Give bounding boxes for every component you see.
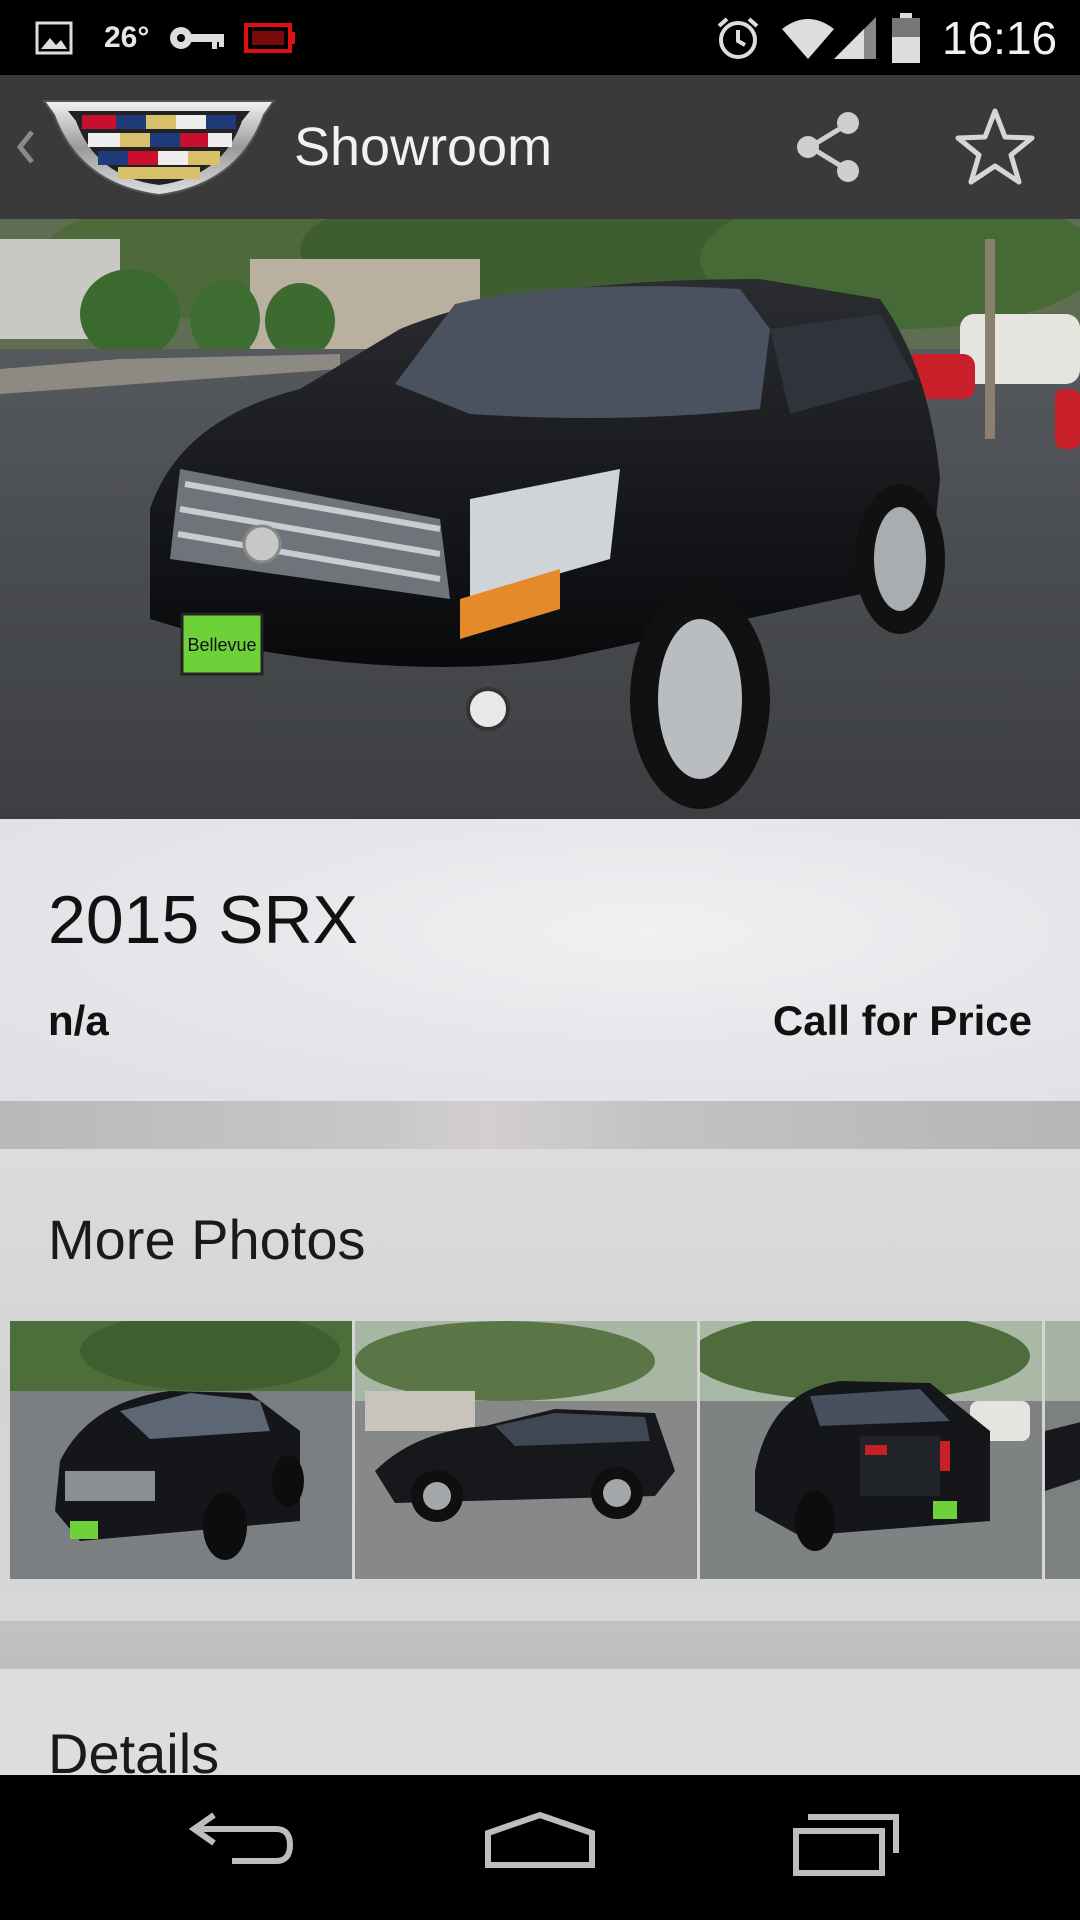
system-nav-bar	[0, 1775, 1080, 1920]
photo-thumbnail-3[interactable]	[700, 1321, 1042, 1579]
photo-thumbnail-2[interactable]	[355, 1321, 697, 1579]
temperature-text: 26°	[104, 20, 150, 54]
vehicle-main-photo[interactable]: Bellevue	[0, 219, 1080, 819]
nav-recents-icon[interactable]	[786, 1805, 906, 1885]
section-divider-2	[0, 1621, 1080, 1669]
cadillac-logo[interactable]	[38, 97, 280, 197]
image-notification-icon	[34, 0, 74, 75]
battery-warning-icon	[244, 0, 296, 75]
clock-text: 16:16	[942, 11, 1058, 64]
signal-icon	[832, 0, 878, 75]
key-icon	[168, 0, 226, 75]
vehicle-subtitle: n/a	[48, 997, 109, 1044]
screen-title: Showroom	[294, 117, 553, 177]
share-icon[interactable]	[790, 109, 866, 185]
photo-thumbnail-1[interactable]	[10, 1321, 352, 1579]
vehicle-summary-card: 2015 SRX n/a Call for Price	[0, 819, 1080, 1101]
photo-strip[interactable]	[10, 1321, 1080, 1579]
star-icon[interactable]	[954, 107, 1036, 187]
wifi-icon	[780, 0, 836, 75]
plate-text: Bellevue	[187, 635, 256, 655]
details-title: Details	[48, 1722, 220, 1775]
vehicle-title: 2015 SRX	[48, 882, 358, 958]
battery-icon	[890, 0, 922, 75]
photo-thumbnail-4[interactable]	[1045, 1321, 1080, 1579]
section-divider	[0, 1101, 1080, 1149]
vehicle-content-panel: 2015 SRX n/a Call for Price More Photos	[0, 819, 1080, 1775]
action-bar: Showroom	[0, 75, 1080, 219]
nav-home-icon[interactable]	[480, 1805, 600, 1885]
back-chevron-icon[interactable]	[10, 120, 40, 174]
status-bar: 26° 16:16	[0, 0, 1080, 75]
vehicle-price: Call for Price	[772, 997, 1032, 1044]
more-photos-title: More Photos	[48, 1208, 366, 1271]
nav-back-icon[interactable]	[180, 1805, 300, 1885]
details-card: Details	[0, 1669, 1080, 1775]
alarm-icon	[714, 0, 762, 75]
more-photos-card: More Photos	[0, 1149, 1080, 1621]
